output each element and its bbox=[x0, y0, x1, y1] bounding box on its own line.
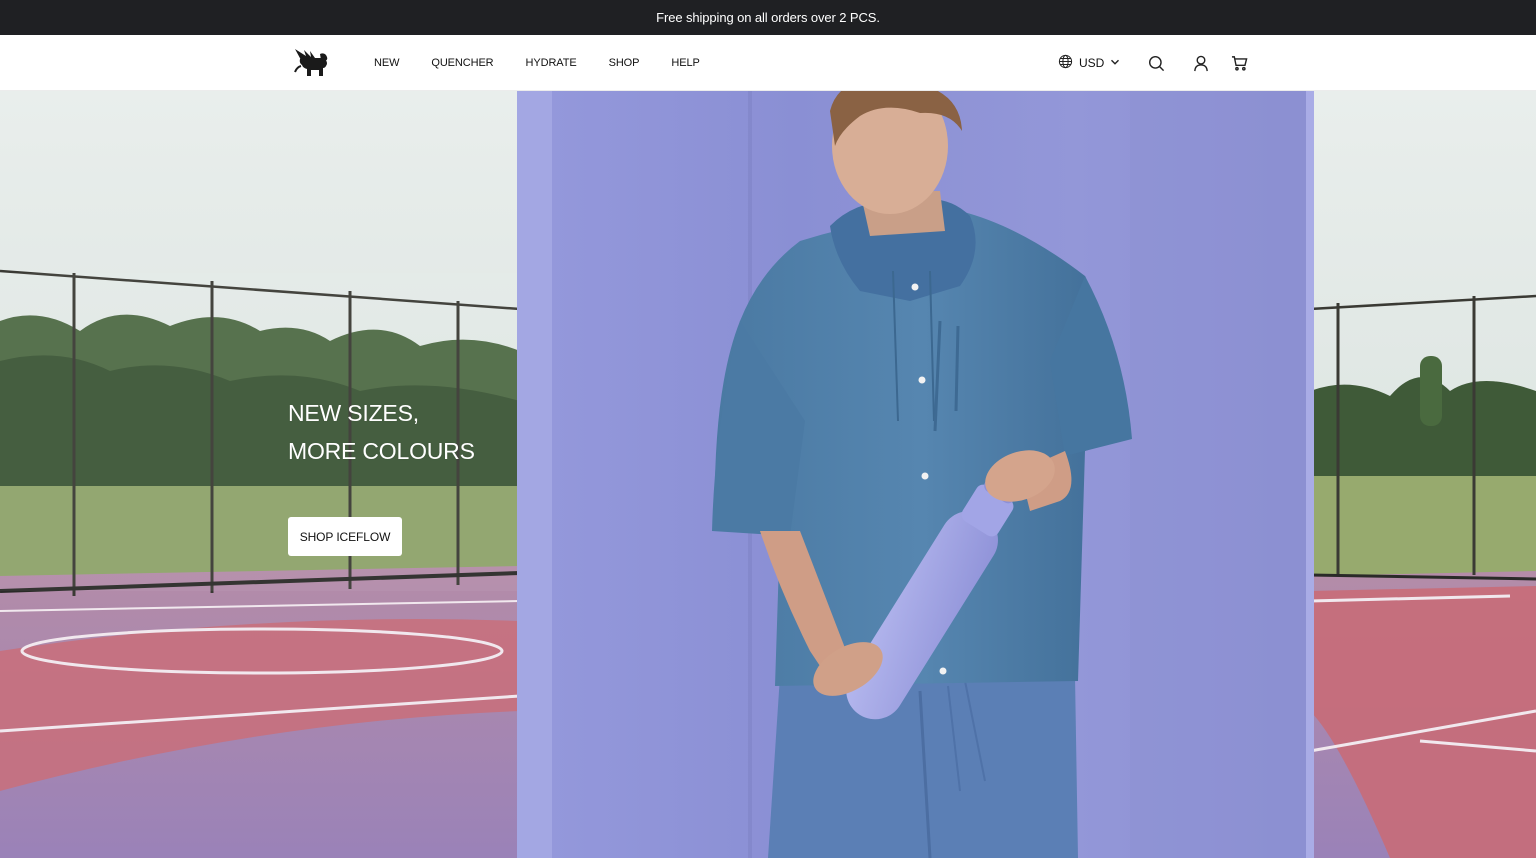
chevron-down-icon bbox=[1110, 56, 1120, 70]
currency-label: USD bbox=[1079, 56, 1105, 70]
nav-item-help[interactable]: HELP bbox=[671, 57, 699, 69]
search-icon[interactable] bbox=[1146, 53, 1166, 73]
hero-title-line-2: MORE COLOURS bbox=[288, 438, 475, 464]
hero-title-line-1: NEW SIZES, bbox=[288, 400, 419, 426]
nav-item-quencher[interactable]: QUENCHER bbox=[431, 57, 493, 69]
hero-title: NEW SIZES, MORE COLOURS bbox=[288, 394, 475, 470]
globe-icon bbox=[1058, 54, 1073, 72]
hero-image bbox=[0, 91, 1536, 858]
nav-item-shop[interactable]: SHOP bbox=[609, 57, 640, 69]
currency-selector[interactable]: USD bbox=[1058, 54, 1120, 72]
winged-lion-logo-icon[interactable] bbox=[292, 46, 330, 78]
header-tools: USD bbox=[1058, 35, 1247, 91]
user-icon[interactable] bbox=[1191, 53, 1211, 73]
announcement-bar: Free shipping on all orders over 2 PCS. bbox=[0, 0, 1536, 35]
hero-banner: NEW SIZES, MORE COLOURS SHOP ICEFLOW bbox=[0, 91, 1536, 858]
site-header: NEW QUENCHER HYDRATE SHOP HELP USD bbox=[0, 35, 1536, 91]
nav-item-new[interactable]: NEW bbox=[374, 57, 399, 69]
cart-icon[interactable] bbox=[1229, 53, 1249, 73]
main-nav: NEW QUENCHER HYDRATE SHOP HELP bbox=[374, 35, 700, 91]
nav-item-hydrate[interactable]: HYDRATE bbox=[526, 57, 577, 69]
shop-iceflow-button[interactable]: SHOP ICEFLOW bbox=[288, 517, 402, 556]
announcement-text: Free shipping on all orders over 2 PCS. bbox=[656, 10, 880, 25]
page-bottom-divider bbox=[0, 858, 1536, 864]
